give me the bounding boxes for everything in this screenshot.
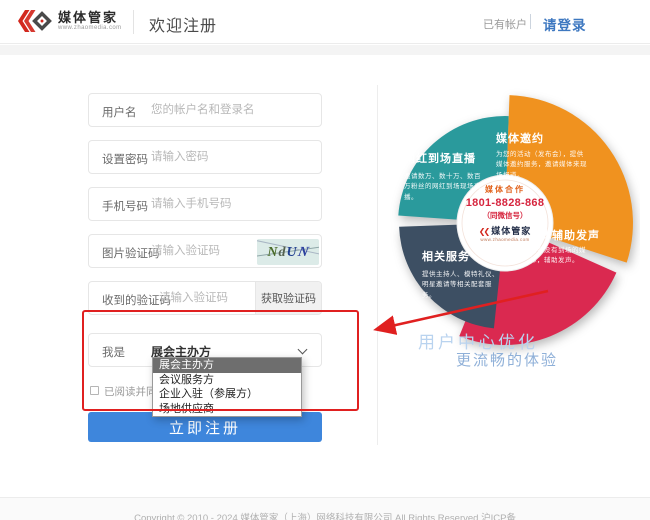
role-label: 我是 — [102, 344, 125, 360]
center-cooperation-label: 媒体合作 — [457, 184, 553, 195]
brand-url: www.zhaomedia.com — [58, 25, 122, 32]
header-divider — [133, 10, 134, 34]
username-input[interactable] — [151, 95, 281, 125]
phone-field: 手机号码 — [88, 187, 322, 221]
brand-logo-icon — [16, 7, 52, 35]
brand-name: 媒体管家 — [58, 11, 122, 25]
existing-account-label: 已有帐户 — [483, 16, 527, 32]
role-option-venue[interactable]: 场地供应商 — [153, 402, 301, 417]
login-link[interactable]: 请登录 — [543, 14, 587, 34]
password-input[interactable] — [151, 142, 281, 172]
captcha-char: N — [267, 245, 278, 260]
role-option-conference[interactable]: 会议服务方 — [153, 373, 301, 388]
segment-title-related-services: 相关服务 — [422, 248, 470, 264]
services-wheel-diagram: 网红到场直播 邀请数万、数十万、数百万粉丝的网红到场现场直播。 媒体邀约 为您的… — [370, 88, 640, 358]
phone-label: 手机号码 — [102, 198, 148, 214]
smscode-input[interactable] — [159, 283, 251, 313]
captcha-image[interactable]: NdUN — [257, 239, 319, 265]
segment-desc-media-voice: 联系没有到场的媒体，辅助发声。 — [530, 246, 598, 267]
header-gray-band — [0, 45, 650, 55]
captcha-input[interactable] — [151, 236, 251, 266]
caption-smoother-experience: 更流畅的体验 — [456, 349, 558, 370]
username-field: 用户名 — [88, 93, 322, 127]
center-phone-number: 1801-8828-868 — [457, 197, 553, 209]
smscode-field: 收到的验证码 获取验证码 — [88, 281, 322, 315]
password-label: 设置密码 — [102, 151, 148, 167]
center-brand-name: 媒体管家 — [491, 226, 531, 236]
segment-title-livestream: 网红到场直播 — [404, 150, 476, 166]
agreement-checkbox[interactable] — [90, 386, 99, 395]
phone-input[interactable] — [151, 189, 281, 219]
center-wechat-note: （同微信号） — [457, 210, 553, 221]
center-brand: ❮❮媒体管家 — [457, 224, 553, 237]
role-option-exhibitor[interactable]: 企业入驻（参展方） — [153, 387, 301, 402]
role-option-organizer[interactable]: 展会主办方 — [153, 358, 301, 373]
brand-logo[interactable]: 媒体管家 www.zhaomedia.com — [16, 7, 122, 35]
brand-chevron-icon: ❮❮ — [479, 227, 488, 236]
segment-desc-related-services: 提供主持人、模特礼仪、明星邀请等相关配套服务。 — [422, 270, 504, 301]
header: 媒体管家 www.zhaomedia.com 欢迎注册 已有帐户 请登录 — [0, 0, 650, 44]
get-code-button[interactable]: 获取验证码 — [255, 282, 321, 314]
center-contact-box: 媒体合作 1801-8828-868 （同微信号） ❮❮媒体管家 www.zha… — [457, 184, 553, 242]
username-label: 用户名 — [102, 104, 137, 120]
copyright-text: Copyright © 2010 - 2024 媒体管家（上海）网络科技有限公司… — [0, 510, 650, 520]
chevron-down-icon — [298, 345, 308, 355]
captcha-field: 图片验证码 NdUN — [88, 234, 322, 268]
password-field: 设置密码 — [88, 140, 322, 174]
segment-title-media-invite: 媒体邀约 — [496, 130, 544, 146]
segment-desc-media-invite: 为您的活动（发布会），提供媒体邀约服务，邀请媒体来现场报道。 — [496, 150, 588, 181]
center-brand-url: www.zhaomedia.com — [457, 237, 553, 242]
role-dropdown-list: 展会主办方 会议服务方 企业入驻（参展方） 场地供应商 — [152, 357, 302, 417]
captcha-char: N — [296, 245, 311, 261]
brand-text: 媒体管家 www.zhaomedia.com — [58, 11, 122, 32]
registration-page: 媒体管家 www.zhaomedia.com 欢迎注册 已有帐户 请登录 用户名… — [0, 0, 650, 520]
footer: Copyright © 2010 - 2024 媒体管家（上海）网络科技有限公司… — [0, 497, 650, 520]
header-right-divider — [530, 14, 531, 29]
page-title: 欢迎注册 — [149, 12, 217, 36]
